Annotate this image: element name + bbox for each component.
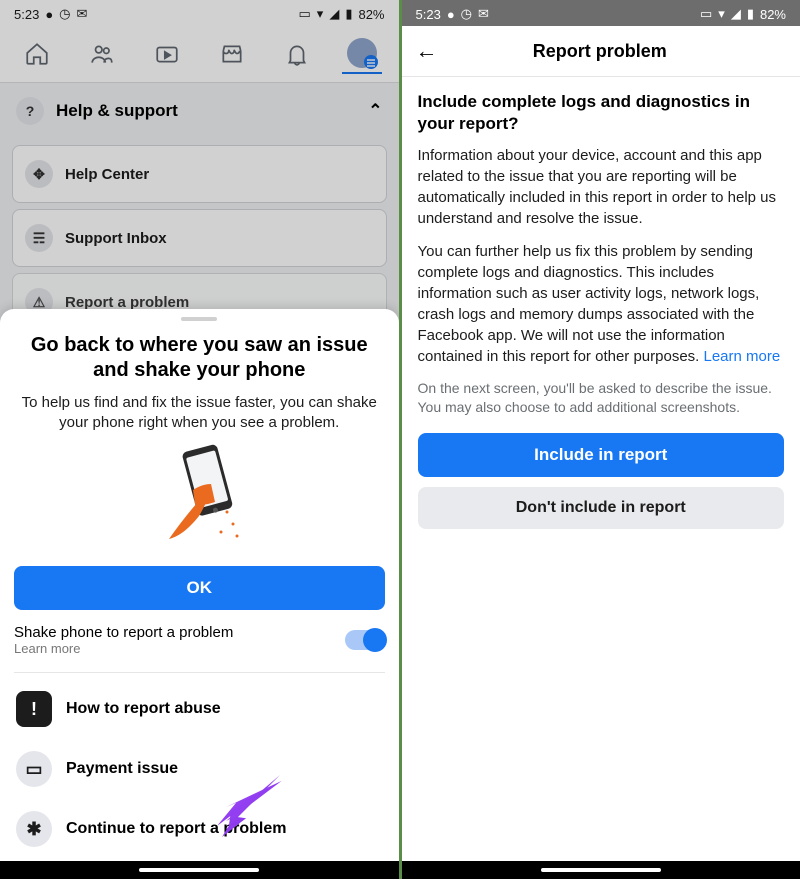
shake-toggle-label: Shake phone to report a problem bbox=[14, 624, 233, 641]
payment-label: Payment issue bbox=[66, 760, 178, 778]
sheet-subtitle: To help us find and fix the issue faster… bbox=[0, 387, 399, 440]
chevron-up-icon: ⌃ bbox=[368, 101, 382, 121]
lifebuoy-icon: ✥ bbox=[25, 160, 53, 188]
signal-icon: ◢ bbox=[731, 6, 741, 22]
battery-pct: 82% bbox=[358, 7, 384, 22]
inbox-icon: ☴ bbox=[25, 224, 53, 252]
shake-toggle-switch[interactable] bbox=[345, 630, 385, 650]
ok-button[interactable]: OK bbox=[14, 566, 385, 610]
include-in-report-button[interactable]: Include in report bbox=[418, 433, 785, 477]
shake-toggle-row[interactable]: Shake phone to report a problem Learn mo… bbox=[0, 620, 399, 666]
bug-icon: ✱ bbox=[16, 811, 52, 847]
clock-icon: ◷ bbox=[59, 6, 70, 22]
chat-icon: ● bbox=[447, 7, 455, 22]
continue-report-row[interactable]: ✱ Continue to report a problem bbox=[0, 799, 399, 859]
help-center-label: Help Center bbox=[65, 166, 149, 183]
payment-issue-row[interactable]: ▭ Payment issue bbox=[0, 739, 399, 799]
divider bbox=[14, 672, 385, 673]
next-screen-hint: On the next screen, you'll be asked to d… bbox=[418, 379, 785, 417]
marketplace-tab-icon[interactable] bbox=[212, 34, 252, 74]
clock-icon: ◷ bbox=[461, 6, 472, 22]
help-support-label: Help & support bbox=[56, 101, 178, 121]
question-icon: ? bbox=[16, 97, 44, 125]
continue-label: Continue to report a problem bbox=[66, 820, 286, 838]
chat-icon: ● bbox=[45, 7, 53, 22]
menu-tab-icon[interactable] bbox=[342, 34, 382, 74]
status-time: 5:23 bbox=[416, 7, 441, 22]
mail-icon: ✉ bbox=[478, 6, 489, 22]
status-bar: 5:23 ● ◷ ✉ ▭ ▾ ◢ ▮ 82% bbox=[0, 0, 399, 26]
support-inbox-row[interactable]: ☴ Support Inbox bbox=[12, 209, 387, 267]
abuse-label: How to report abuse bbox=[66, 700, 221, 718]
notifications-tab-icon[interactable] bbox=[277, 34, 317, 74]
help-center-row[interactable]: ✥ Help Center bbox=[12, 145, 387, 203]
battery-pct: 82% bbox=[760, 7, 786, 22]
report-header: ← Report problem bbox=[402, 26, 800, 77]
report-bottom-sheet: Go back to where you saw an issue and sh… bbox=[0, 309, 399, 879]
report-header-title: Report problem bbox=[414, 41, 787, 62]
info-paragraph-2: You can further help us fix this problem… bbox=[418, 241, 785, 367]
card-icon: ▭ bbox=[16, 751, 52, 787]
gesture-bar[interactable] bbox=[402, 861, 800, 879]
how-to-report-abuse-row[interactable]: ! How to report abuse bbox=[0, 679, 399, 739]
status-time: 5:23 bbox=[14, 7, 39, 22]
wifi-icon: ▾ bbox=[718, 6, 725, 22]
shake-phone-illustration bbox=[139, 444, 259, 554]
signal-icon: ◢ bbox=[329, 6, 339, 22]
battery-icon: ▮ bbox=[747, 6, 754, 22]
friends-tab-icon[interactable] bbox=[82, 34, 122, 74]
watch-tab-icon[interactable] bbox=[147, 34, 187, 74]
home-tab-icon[interactable] bbox=[17, 34, 57, 74]
battery-icon: ▮ bbox=[345, 6, 352, 22]
dont-include-button[interactable]: Don't include in report bbox=[418, 487, 785, 529]
drag-handle[interactable] bbox=[181, 317, 217, 321]
report-problem-label: Report a problem bbox=[65, 294, 189, 311]
mail-icon: ✉ bbox=[77, 6, 88, 22]
learn-more-link[interactable]: Learn more bbox=[704, 348, 781, 365]
shake-toggle-sublabel[interactable]: Learn more bbox=[14, 641, 233, 656]
help-support-header[interactable]: ? Help & support ⌃ bbox=[0, 83, 399, 139]
sheet-title: Go back to where you saw an issue and sh… bbox=[0, 329, 399, 387]
vibrate-icon: ▭ bbox=[700, 6, 712, 22]
vibrate-icon: ▭ bbox=[298, 6, 310, 22]
include-logs-heading: Include complete logs and diagnostics in… bbox=[418, 91, 785, 135]
alert-square-icon: ! bbox=[16, 691, 52, 727]
status-bar: 5:23 ● ◷ ✉ ▭ ▾ ◢ ▮ 82% bbox=[402, 0, 800, 26]
gesture-bar[interactable] bbox=[0, 861, 399, 879]
info-paragraph-1: Information about your device, account a… bbox=[418, 145, 785, 229]
wifi-icon: ▾ bbox=[317, 6, 324, 22]
support-inbox-label: Support Inbox bbox=[65, 230, 167, 247]
facebook-tabbar bbox=[0, 26, 399, 83]
